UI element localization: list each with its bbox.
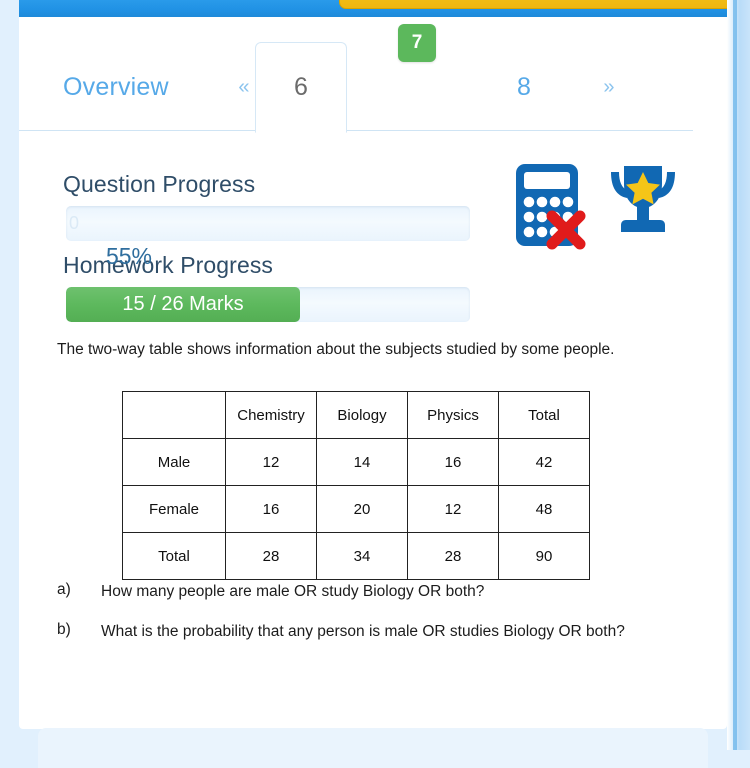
status-icons (514, 162, 694, 272)
two-way-table: Chemistry Biology Physics Total Male 12 … (122, 391, 590, 580)
tab-page-6-label: 6 (294, 73, 308, 101)
table-cell: 48 (498, 485, 590, 533)
page-scrollbar[interactable] (727, 0, 750, 750)
question-part-a: a) How many people are male OR study Bio… (57, 581, 657, 602)
chevron-right-icon: » (603, 76, 615, 98)
tab-page-7-badge: 7 (398, 23, 436, 62)
tab-page-7[interactable]: 7 (377, 0, 457, 85)
tab-next[interactable]: » (579, 45, 639, 130)
question-part-b: b) What is the probability that any pers… (57, 621, 657, 642)
question-progress-value: 0 (69, 213, 80, 233)
tab-page-7-label: 7 (411, 31, 423, 53)
table-cell: 28 (225, 532, 317, 580)
table-cell: 42 (498, 438, 590, 486)
table-header-row: Chemistry Biology Physics Total (122, 391, 590, 439)
tab-overview[interactable]: Overview (38, 45, 208, 130)
homework-progress-fill: 15 / 26 Marks (66, 287, 300, 322)
table-row: Male 12 14 16 42 (122, 438, 590, 486)
table-col-header: Chemistry (225, 391, 317, 439)
question-part-b-label: b) (57, 621, 71, 639)
table-cell: 16 (225, 485, 317, 533)
question-intro: The two-way table shows information abou… (57, 341, 615, 358)
table-cell: 12 (225, 438, 317, 486)
tab-page-8-label: 8 (516, 73, 532, 101)
bottom-panel (38, 728, 708, 768)
table-cell: 14 (316, 438, 408, 486)
question-part-a-text: How many people are male OR study Biolog… (101, 583, 485, 600)
tab-page-6-active[interactable]: 6 (255, 42, 347, 133)
tabs-underline (19, 130, 693, 131)
table-row-header: Female (122, 485, 226, 533)
calculator-not-allowed-icon (514, 162, 596, 250)
pagination-tabs: Overview « 8 » (19, 45, 709, 130)
table-cell: 16 (407, 438, 499, 486)
table-cell: 28 (407, 532, 499, 580)
table-cell: 12 (407, 485, 499, 533)
table-row-header: Total (122, 532, 226, 580)
scrollbar-thumb[interactable] (733, 0, 737, 750)
table-col-header: Total (498, 391, 590, 439)
table-cell: 34 (316, 532, 408, 580)
question-part-a-label: a) (57, 581, 71, 598)
table-cell: 90 (498, 532, 590, 580)
question-progress-label: Question Progress (63, 171, 256, 197)
tab-overview-label: Overview (63, 73, 169, 101)
homework-progress-value: 15 / 26 Marks (122, 293, 244, 315)
table-col-header: Physics (407, 391, 499, 439)
question-progress-fill: 0 (66, 206, 80, 241)
chevron-left-icon: « (238, 76, 250, 98)
table-row: Female 16 20 12 48 (122, 485, 590, 533)
table-row: Total 28 34 28 90 (122, 532, 590, 580)
trophy-icon (602, 162, 684, 240)
table-cell: 20 (316, 485, 408, 533)
page-root: Overview « 8 » 6 7 Question Progress 0 H… (0, 0, 750, 768)
question-part-b-text: What is the probability that any person … (101, 623, 625, 641)
table-row-header: Male (122, 438, 226, 486)
table-col-header: Biology (316, 391, 408, 439)
app-header-bar (19, 0, 734, 17)
table-corner-cell (122, 391, 226, 439)
tab-page-8[interactable]: 8 (484, 45, 564, 130)
homework-progress-bar: 15 / 26 Marks (66, 287, 470, 322)
question-progress-bar: 0 (66, 206, 470, 241)
score-percent: 55% (105, 243, 153, 269)
question-parts: a) How many people are male OR study Bio… (57, 581, 657, 662)
